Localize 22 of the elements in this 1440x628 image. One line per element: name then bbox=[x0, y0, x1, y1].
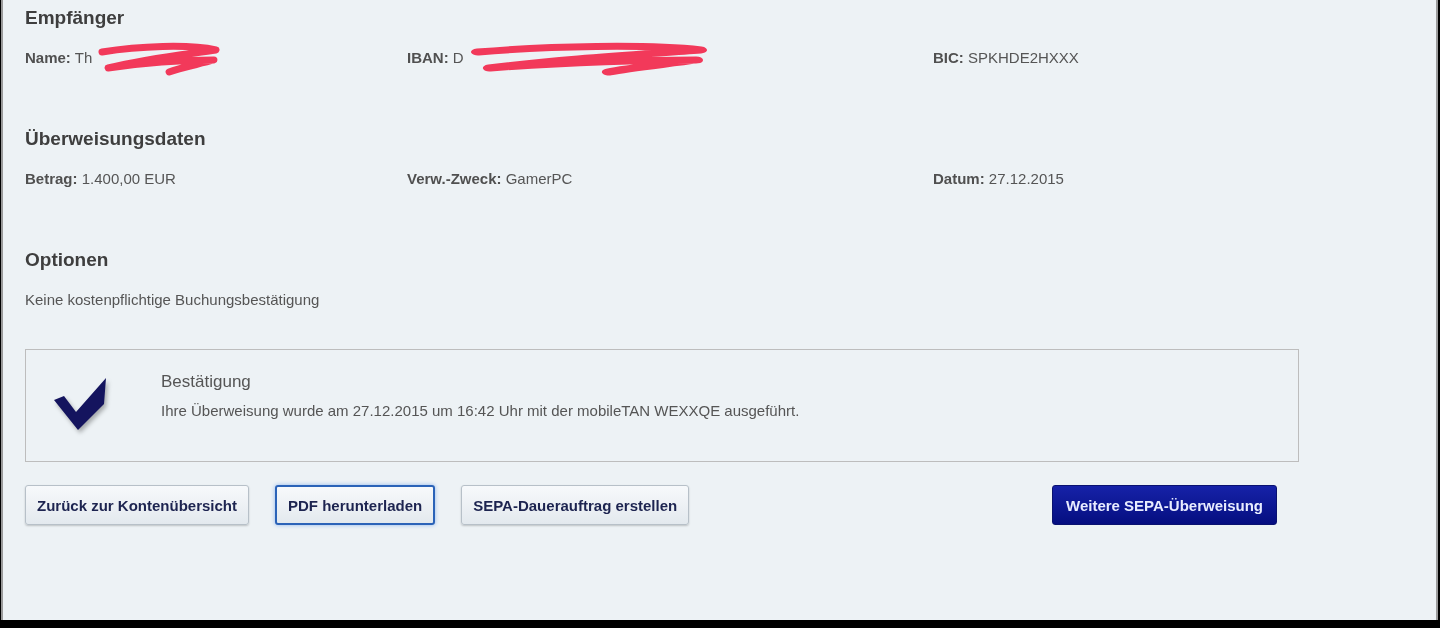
section-heading: Optionen bbox=[25, 248, 110, 273]
field-value: SPKHDE2HXXX bbox=[968, 49, 1079, 66]
field-value: 1.400,00 EUR bbox=[81, 170, 176, 188]
primary-button[interactable]: Weitere SEPA-Überweisung bbox=[1052, 485, 1277, 526]
section-heading: Überweisungsdaten bbox=[25, 127, 207, 152]
field-label: Verw.-Zweck: bbox=[407, 170, 502, 188]
action-button[interactable]: SEPA-Dauerauftrag erstellen bbox=[461, 485, 690, 526]
field-label: Betrag: bbox=[25, 170, 78, 188]
field-value: GamerPC bbox=[505, 170, 573, 188]
field-label: Name: bbox=[25, 49, 71, 66]
field-value: D bbox=[452, 49, 464, 66]
action-button[interactable]: PDF herunterladen bbox=[275, 485, 436, 526]
field-value: Th bbox=[74, 49, 93, 66]
field-label: BIC: bbox=[933, 49, 964, 66]
section-heading: Empfänger bbox=[25, 6, 126, 30]
option-text: Keine kostenpflichtige Buchungsbestätigung bbox=[25, 290, 321, 311]
confirmation-message: Ihre Überweisung wurde am 27.12.2015 um 16:42 Uhr mit der mobileTAN WEXXQE ausgeführt. bbox=[161, 402, 800, 420]
field-value: 27.12.2015 bbox=[988, 170, 1064, 188]
action-button[interactable]: Zurück zur Kontenübersicht bbox=[25, 485, 250, 526]
confirmation-title: Bestätigung bbox=[161, 372, 252, 393]
field-label: Datum: bbox=[933, 170, 985, 188]
field-label: IBAN: bbox=[407, 49, 449, 66]
